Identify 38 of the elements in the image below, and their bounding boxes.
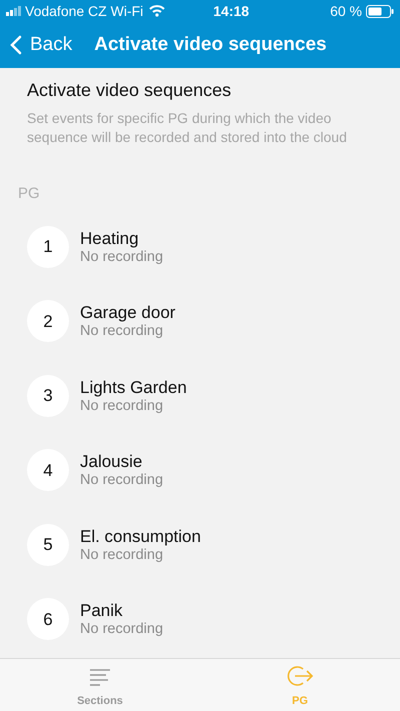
battery-text: 60 % xyxy=(330,2,362,20)
clock-text: 14:18 xyxy=(213,2,250,20)
item-name: El. consumption xyxy=(80,526,201,547)
page-title: Activate video sequences xyxy=(94,32,327,57)
number-badge: 1 xyxy=(27,226,69,268)
item-name: Panik xyxy=(80,600,124,622)
item-name: Garage door xyxy=(80,302,176,324)
item-status: No recording xyxy=(80,546,164,564)
battery-icon xyxy=(366,4,394,18)
list-row[interactable]: 3 Lights Garden No recording xyxy=(0,358,400,433)
group-label: PG xyxy=(18,184,41,204)
item-status: No recording xyxy=(80,398,164,415)
list-row[interactable]: 6 Panik No recording xyxy=(0,582,400,656)
item-name: Jalousie xyxy=(80,451,144,472)
list-row[interactable]: 4 Jalousie No recording xyxy=(0,433,400,508)
item-status: No recording xyxy=(80,472,164,490)
number-badge: 5 xyxy=(27,524,69,566)
description-text: Set events for specific PG during which the video sequence will be recorded and stored into the cloud xyxy=(27,109,348,147)
number-badge: 4 xyxy=(27,449,69,492)
item-name: Heating xyxy=(80,228,140,249)
number-badge: 3 xyxy=(27,374,69,417)
item-status: No recording xyxy=(80,248,164,266)
wifi-icon xyxy=(149,5,166,17)
number-badge: 2 xyxy=(27,300,69,342)
item-name: Lights Garden xyxy=(80,376,187,398)
list-row[interactable]: 1 Heating No recording xyxy=(0,210,400,284)
list-row[interactable]: 2 Garage door No recording xyxy=(0,284,400,358)
number-badge: 6 xyxy=(27,598,69,640)
exit-arrow-icon xyxy=(286,664,314,688)
lines-icon xyxy=(88,668,112,688)
section-heading: Activate video sequences xyxy=(27,79,232,102)
chevron-left-icon xyxy=(10,35,22,55)
signal-icon xyxy=(6,6,22,16)
carrier-text: Vodafone CZ Wi-Fi xyxy=(25,2,144,20)
item-status: No recording xyxy=(80,323,164,340)
item-status: No recording xyxy=(80,621,164,638)
list-row[interactable]: 5 El. consumption No recording xyxy=(0,508,400,582)
back-button[interactable]: Back xyxy=(0,30,72,60)
